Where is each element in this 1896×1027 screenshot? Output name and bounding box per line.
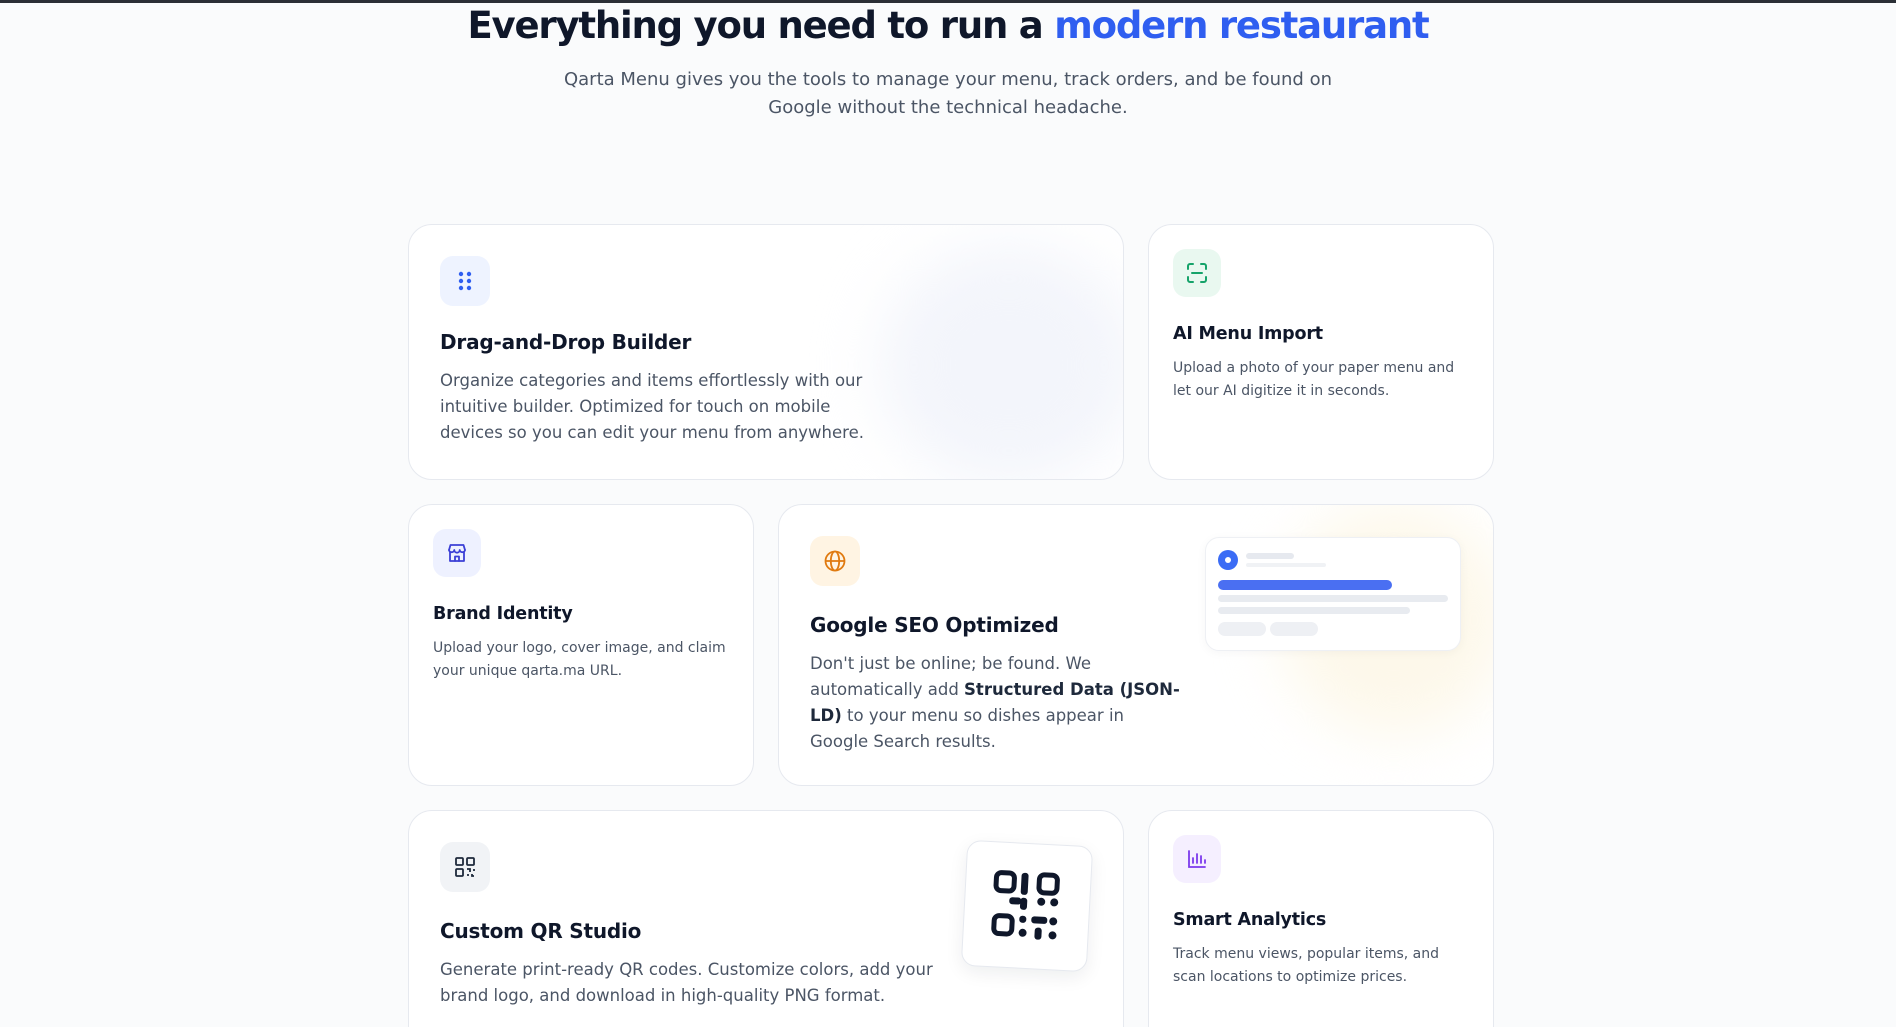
page-subtitle: Qarta Menu gives you the tools to manage… [563,69,1332,118]
page-title-main: Everything you need to run a [467,4,1055,47]
preview-line [1246,563,1326,567]
feature-card-brand-identity: Brand Identity Upload your logo, cover i… [408,504,754,786]
card-description: Don't just be online; be found. We autom… [810,651,1180,755]
description-text: to your menu so dishes appear in Google … [810,706,1124,751]
page-title: Everything you need to run a modern rest… [0,6,1896,46]
feature-card-drag-and-drop: Drag-and-Drop Builder Organize categorie… [408,224,1124,480]
hero-section: Everything you need to run a modern rest… [0,6,1896,122]
card-title: Custom QR Studio [440,919,642,943]
preview-title-bar [1218,580,1392,590]
preview-line [1218,607,1410,614]
card-title: AI Menu Import [1173,324,1323,344]
grip-dots-icon [440,256,490,306]
favicon-dot-icon [1218,550,1238,570]
card-description: Upload your logo, cover image, and claim… [433,640,726,679]
store-icon [433,529,481,577]
feature-card-google-seo: Google SEO Optimized Don't just be onlin… [778,504,1494,786]
card-description: Organize categories and items effortless… [440,371,864,442]
preview-chip [1218,622,1266,636]
card-description: Track menu views, popular items, and sca… [1173,946,1440,985]
preview-line [1218,595,1448,602]
card-description: Generate print-ready QR codes. Customize… [440,960,933,1005]
globe-icon [810,536,860,586]
feature-card-custom-qr-studio: Custom QR Studio Generate print-ready QR… [408,810,1124,1027]
qr-code-icon [440,842,490,892]
feature-card-ai-menu-import: AI Menu Import Upload a photo of your pa… [1148,224,1494,480]
top-border [0,0,1896,3]
qr-pattern-icon [991,870,1060,940]
scan-icon [1173,249,1221,297]
bar-chart-icon [1173,835,1221,883]
card-glow [879,245,1123,479]
card-title: Drag-and-Drop Builder [440,330,692,354]
feature-card-smart-analytics: Smart Analytics Track menu views, popula… [1148,810,1494,1027]
qr-code-preview [960,839,1094,973]
card-description: Upload a photo of your paper menu and le… [1173,360,1455,399]
search-result-preview [1205,537,1461,651]
page-title-accent: modern restaurant [1054,4,1429,47]
card-title: Google SEO Optimized [810,613,1059,637]
card-title: Smart Analytics [1173,910,1327,930]
card-title: Brand Identity [433,604,573,624]
preview-line [1246,553,1294,559]
preview-chip [1270,622,1318,636]
